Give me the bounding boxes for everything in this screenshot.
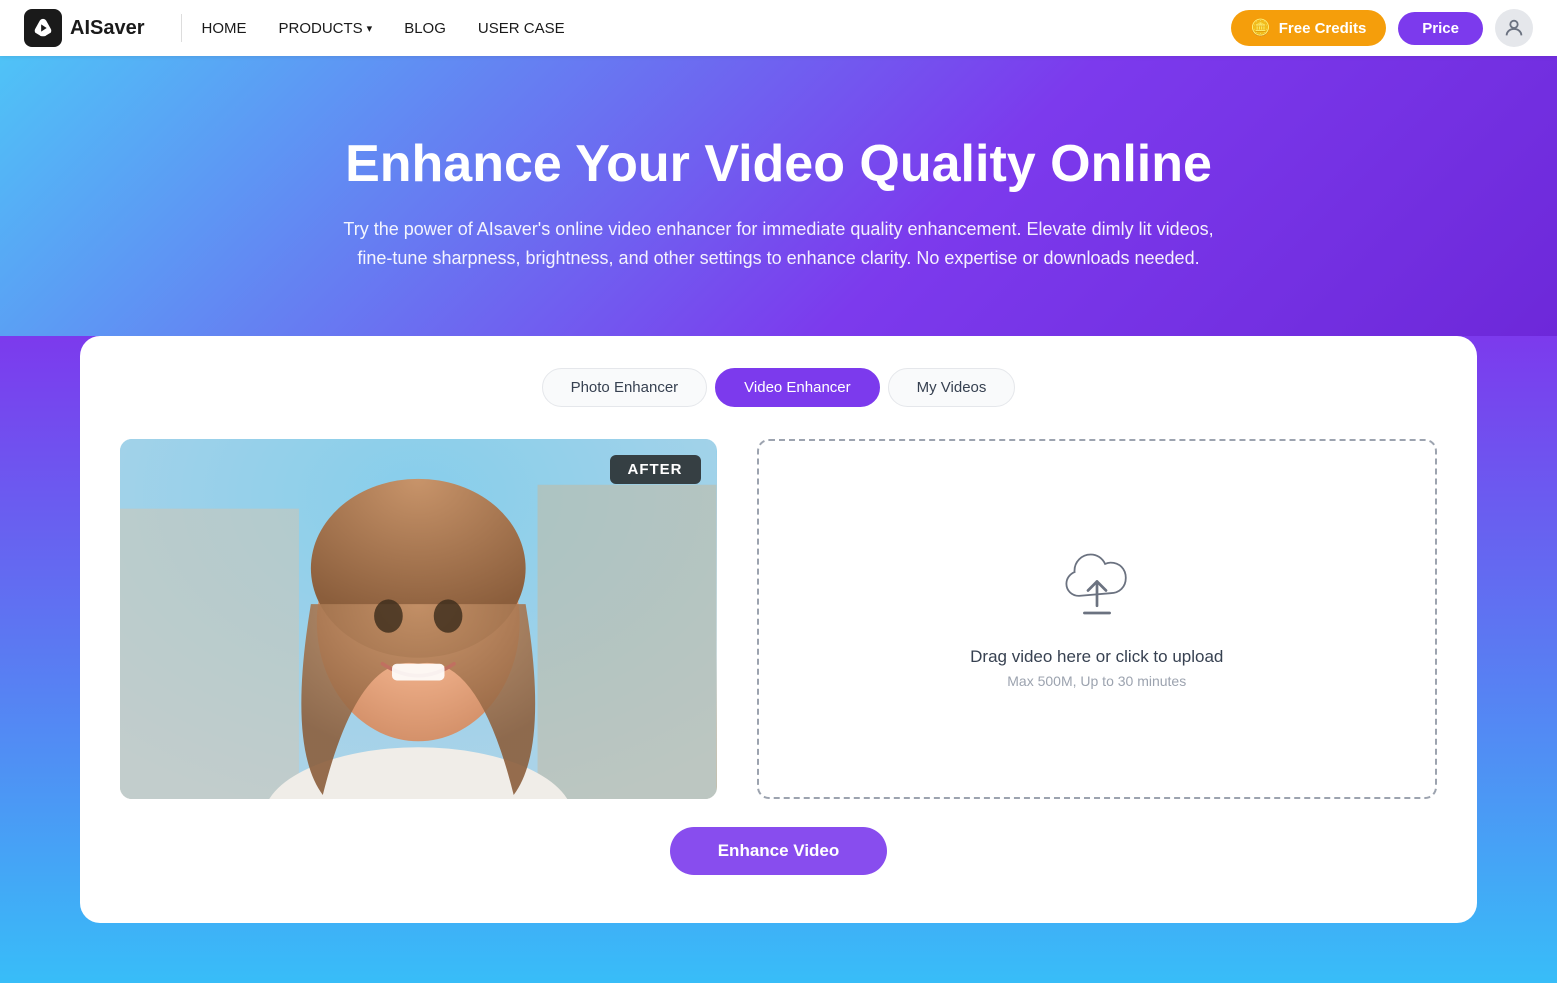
main-card-wrapper: Photo Enhancer Video Enhancer My Videos <box>0 336 1557 983</box>
hero-section: Enhance Your Video Quality Online Try th… <box>0 56 1557 336</box>
nav-blog[interactable]: BLOG <box>404 20 446 37</box>
coin-icon: 🪙 <box>1251 18 1271 38</box>
hero-title: Enhance Your Video Quality Online <box>345 135 1212 195</box>
upload-main-text: Drag video here or click to upload <box>970 647 1223 667</box>
enhance-video-button[interactable]: Enhance Video <box>670 827 888 875</box>
upload-sub-text: Max 500M, Up to 30 minutes <box>1007 673 1186 689</box>
price-button[interactable]: Price <box>1398 12 1483 45</box>
before-after-photo <box>120 439 717 799</box>
tab-video-enhancer[interactable]: Video Enhancer <box>715 368 879 407</box>
products-chevron-icon: ▾ <box>367 22 373 35</box>
after-badge: AFTER <box>610 455 701 484</box>
free-credits-button[interactable]: 🪙 Free Credits <box>1231 10 1386 46</box>
user-icon <box>1503 17 1525 39</box>
tab-photo-enhancer[interactable]: Photo Enhancer <box>542 368 708 407</box>
nav-home[interactable]: HOME <box>202 20 247 37</box>
nav-products[interactable]: PRODUCTS ▾ <box>279 20 373 37</box>
user-avatar-button[interactable] <box>1495 9 1533 47</box>
enhance-btn-wrap: Enhance Video <box>120 827 1437 875</box>
navbar-right: 🪙 Free Credits Price <box>1231 9 1533 47</box>
upload-icon <box>1061 550 1133 627</box>
cloud-upload-icon <box>1061 550 1133 622</box>
hero-subtitle: Try the power of AIsaver's online video … <box>329 215 1229 273</box>
upload-area[interactable]: Drag video here or click to upload Max 5… <box>757 439 1438 799</box>
logo-area[interactable]: AISaver <box>24 9 145 47</box>
tab-my-videos[interactable]: My Videos <box>888 368 1016 407</box>
nav-links: HOME PRODUCTS ▾ BLOG USER CASE <box>202 20 1231 37</box>
logo-text: AISaver <box>70 17 145 40</box>
content-area: AFTER Drag video here or click to uploa <box>120 439 1437 799</box>
image-preview: AFTER <box>120 439 717 799</box>
photo-svg <box>120 439 717 799</box>
logo-svg <box>32 17 54 39</box>
main-card: Photo Enhancer Video Enhancer My Videos <box>80 336 1477 923</box>
nav-divider <box>181 14 182 42</box>
logo-icon <box>24 9 62 47</box>
tab-bar: Photo Enhancer Video Enhancer My Videos <box>120 368 1437 407</box>
nav-user-case[interactable]: USER CASE <box>478 20 565 37</box>
navbar: AISaver HOME PRODUCTS ▾ BLOG USER CASE 🪙… <box>0 0 1557 56</box>
